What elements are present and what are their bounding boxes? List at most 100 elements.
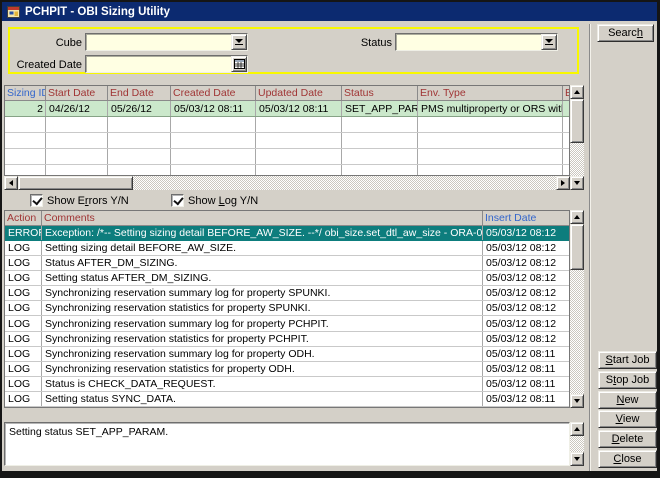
- cell-comments: Status AFTER_DM_SIZING.: [42, 256, 483, 270]
- cell-action: LOG: [5, 332, 42, 346]
- scroll-left-button[interactable]: [4, 176, 18, 190]
- cell-comments: Setting status AFTER_DM_SIZING.: [42, 271, 483, 285]
- cell-extra: [563, 133, 569, 148]
- start-job-button[interactable]: Start Job: [598, 351, 657, 369]
- check-icon: [32, 195, 42, 206]
- scroll-right-button[interactable]: [556, 176, 570, 190]
- cell-updated-date: 05/03/12 08:11: [256, 101, 342, 116]
- cell-comments: Synchronizing reservation statistics for…: [42, 362, 483, 376]
- label-part: Show: [188, 195, 219, 207]
- cell-insert-date: 05/03/12 08:11: [483, 377, 569, 391]
- scroll-track[interactable]: [570, 224, 584, 394]
- scroll-down-button[interactable]: [570, 394, 584, 408]
- search-button[interactable]: Search: [597, 24, 654, 42]
- label-mnemonic: N: [616, 394, 624, 406]
- col-action: Action: [5, 211, 42, 226]
- cell-extra: [563, 149, 569, 164]
- label-part: S: [606, 374, 613, 386]
- created-date-label: Created Date: [14, 59, 82, 71]
- cell-env-type: [418, 149, 563, 164]
- scroll-track[interactable]: [570, 99, 584, 176]
- cell-action: LOG: [5, 301, 42, 315]
- title-bar: PCHPIT - OBI Sizing Utility: [2, 2, 657, 21]
- cell-start-date: [46, 133, 108, 148]
- log-grid-row[interactable]: LOG Synchronizing reservation summary lo…: [5, 286, 569, 301]
- arrow-up-icon: [574, 427, 580, 431]
- cell-insert-date: 05/03/12 08:12: [483, 226, 569, 240]
- stop-job-button[interactable]: Stop Job: [598, 371, 657, 389]
- arrow-down-icon: [574, 457, 580, 461]
- cube-combobox[interactable]: [85, 33, 248, 51]
- cell-action: LOG: [5, 286, 42, 300]
- cell-status: [342, 117, 418, 132]
- cell-extra: [563, 101, 569, 116]
- cell-comments: Exception: /*-- Setting sizing detail BE…: [42, 226, 483, 240]
- cell-action: LOG: [5, 377, 42, 391]
- jobs-grid-row[interactable]: 2 04/26/12 05/26/12 05/03/12 08:11 05/03…: [5, 101, 569, 117]
- scroll-up-button[interactable]: [570, 422, 584, 436]
- log-grid-row[interactable]: ERROR Exception: /*-- Setting sizing det…: [5, 226, 569, 241]
- cube-dropdown-button[interactable]: [231, 34, 247, 50]
- show-errors-checkbox[interactable]: [30, 194, 43, 207]
- calendar-button[interactable]: [231, 56, 247, 72]
- jobs-grid-row: [5, 165, 569, 176]
- cell-insert-date: 05/03/12 08:11: [483, 362, 569, 376]
- log-grid-vscrollbar[interactable]: [570, 210, 584, 408]
- cell-created-date: [171, 149, 256, 164]
- label-mnemonic: D: [612, 433, 620, 445]
- cell-comments: Synchronizing reservation summary log fo…: [42, 347, 483, 361]
- scroll-thumb[interactable]: [570, 99, 584, 143]
- cell-status: [342, 165, 418, 176]
- jobs-grid-row: [5, 149, 569, 165]
- detail-vscrollbar[interactable]: [570, 422, 584, 466]
- cell-comments: Synchronizing reservation summary log fo…: [42, 316, 483, 330]
- scroll-track[interactable]: [570, 436, 584, 452]
- delete-button[interactable]: Delete: [598, 430, 657, 448]
- cell-comments: Synchronizing reservation statistics for…: [42, 301, 483, 315]
- cell-action: LOG: [5, 241, 42, 255]
- jobs-grid-hscrollbar[interactable]: [4, 176, 570, 190]
- log-grid-row[interactable]: LOG Status is CHECK_DATA_REQUEST. 05/03/…: [5, 377, 569, 392]
- log-grid-row[interactable]: LOG Synchronizing reservation statistics…: [5, 301, 569, 316]
- log-grid-row[interactable]: LOG Setting sizing detail BEFORE_AW_SIZE…: [5, 241, 569, 256]
- cell-sizing-id: [5, 165, 46, 176]
- scroll-up-button[interactable]: [570, 85, 584, 99]
- dropdown-arrow-icon: [235, 39, 243, 45]
- show-log-checkbox[interactable]: [171, 194, 184, 207]
- cell-insert-date: 05/03/12 08:12: [483, 256, 569, 270]
- log-grid-row[interactable]: LOG Synchronizing reservation summary lo…: [5, 316, 569, 331]
- status-combobox[interactable]: [395, 33, 558, 51]
- scroll-track[interactable]: [18, 176, 556, 190]
- cell-comments: Setting status SYNC_DATA.: [42, 392, 483, 406]
- cell-insert-date: 05/03/12 08:12: [483, 301, 569, 315]
- new-button[interactable]: New: [598, 391, 657, 409]
- scroll-up-button[interactable]: [570, 210, 584, 224]
- jobs-grid-vscrollbar[interactable]: [570, 85, 584, 190]
- label-part: rors Y/N: [89, 195, 129, 207]
- cell-action: LOG: [5, 347, 42, 361]
- scroll-down-button[interactable]: [570, 176, 584, 190]
- log-grid-row[interactable]: LOG Setting status AFTER_DM_SIZING. 05/0…: [5, 271, 569, 286]
- log-grid-row[interactable]: LOG Synchronizing reservation statistics…: [5, 332, 569, 347]
- cell-updated-date: [256, 133, 342, 148]
- log-grid-row[interactable]: LOG Status AFTER_DM_SIZING. 05/03/12 08:…: [5, 256, 569, 271]
- arrow-down-icon: [574, 181, 580, 185]
- arrow-up-icon: [574, 90, 580, 94]
- close-button[interactable]: Close: [598, 450, 657, 468]
- log-grid-row[interactable]: LOG Setting status SYNC_DATA. 05/03/12 0…: [5, 392, 569, 407]
- cell-insert-date: 05/03/12 08:12: [483, 332, 569, 346]
- log-grid-header: Action Comments Insert Date: [5, 211, 569, 226]
- log-grid-row[interactable]: LOG Synchronizing reservation summary lo…: [5, 347, 569, 362]
- view-button[interactable]: View: [598, 410, 657, 428]
- log-grid-row[interactable]: LOG Synchronizing reservation statistics…: [5, 362, 569, 377]
- scroll-thumb[interactable]: [570, 224, 584, 270]
- status-dropdown-button[interactable]: [541, 34, 557, 50]
- label-mnemonic: h: [637, 27, 643, 39]
- scroll-thumb[interactable]: [18, 176, 133, 190]
- cell-status: [342, 133, 418, 148]
- label-mnemonic: V: [616, 413, 623, 425]
- scroll-down-button[interactable]: [570, 452, 584, 466]
- created-date-field[interactable]: [85, 55, 248, 73]
- detail-textarea[interactable]: Setting status SET_APP_PARAM.: [4, 422, 570, 466]
- jobs-grid-header: Sizing ID Start Date End Date Created Da…: [5, 86, 569, 101]
